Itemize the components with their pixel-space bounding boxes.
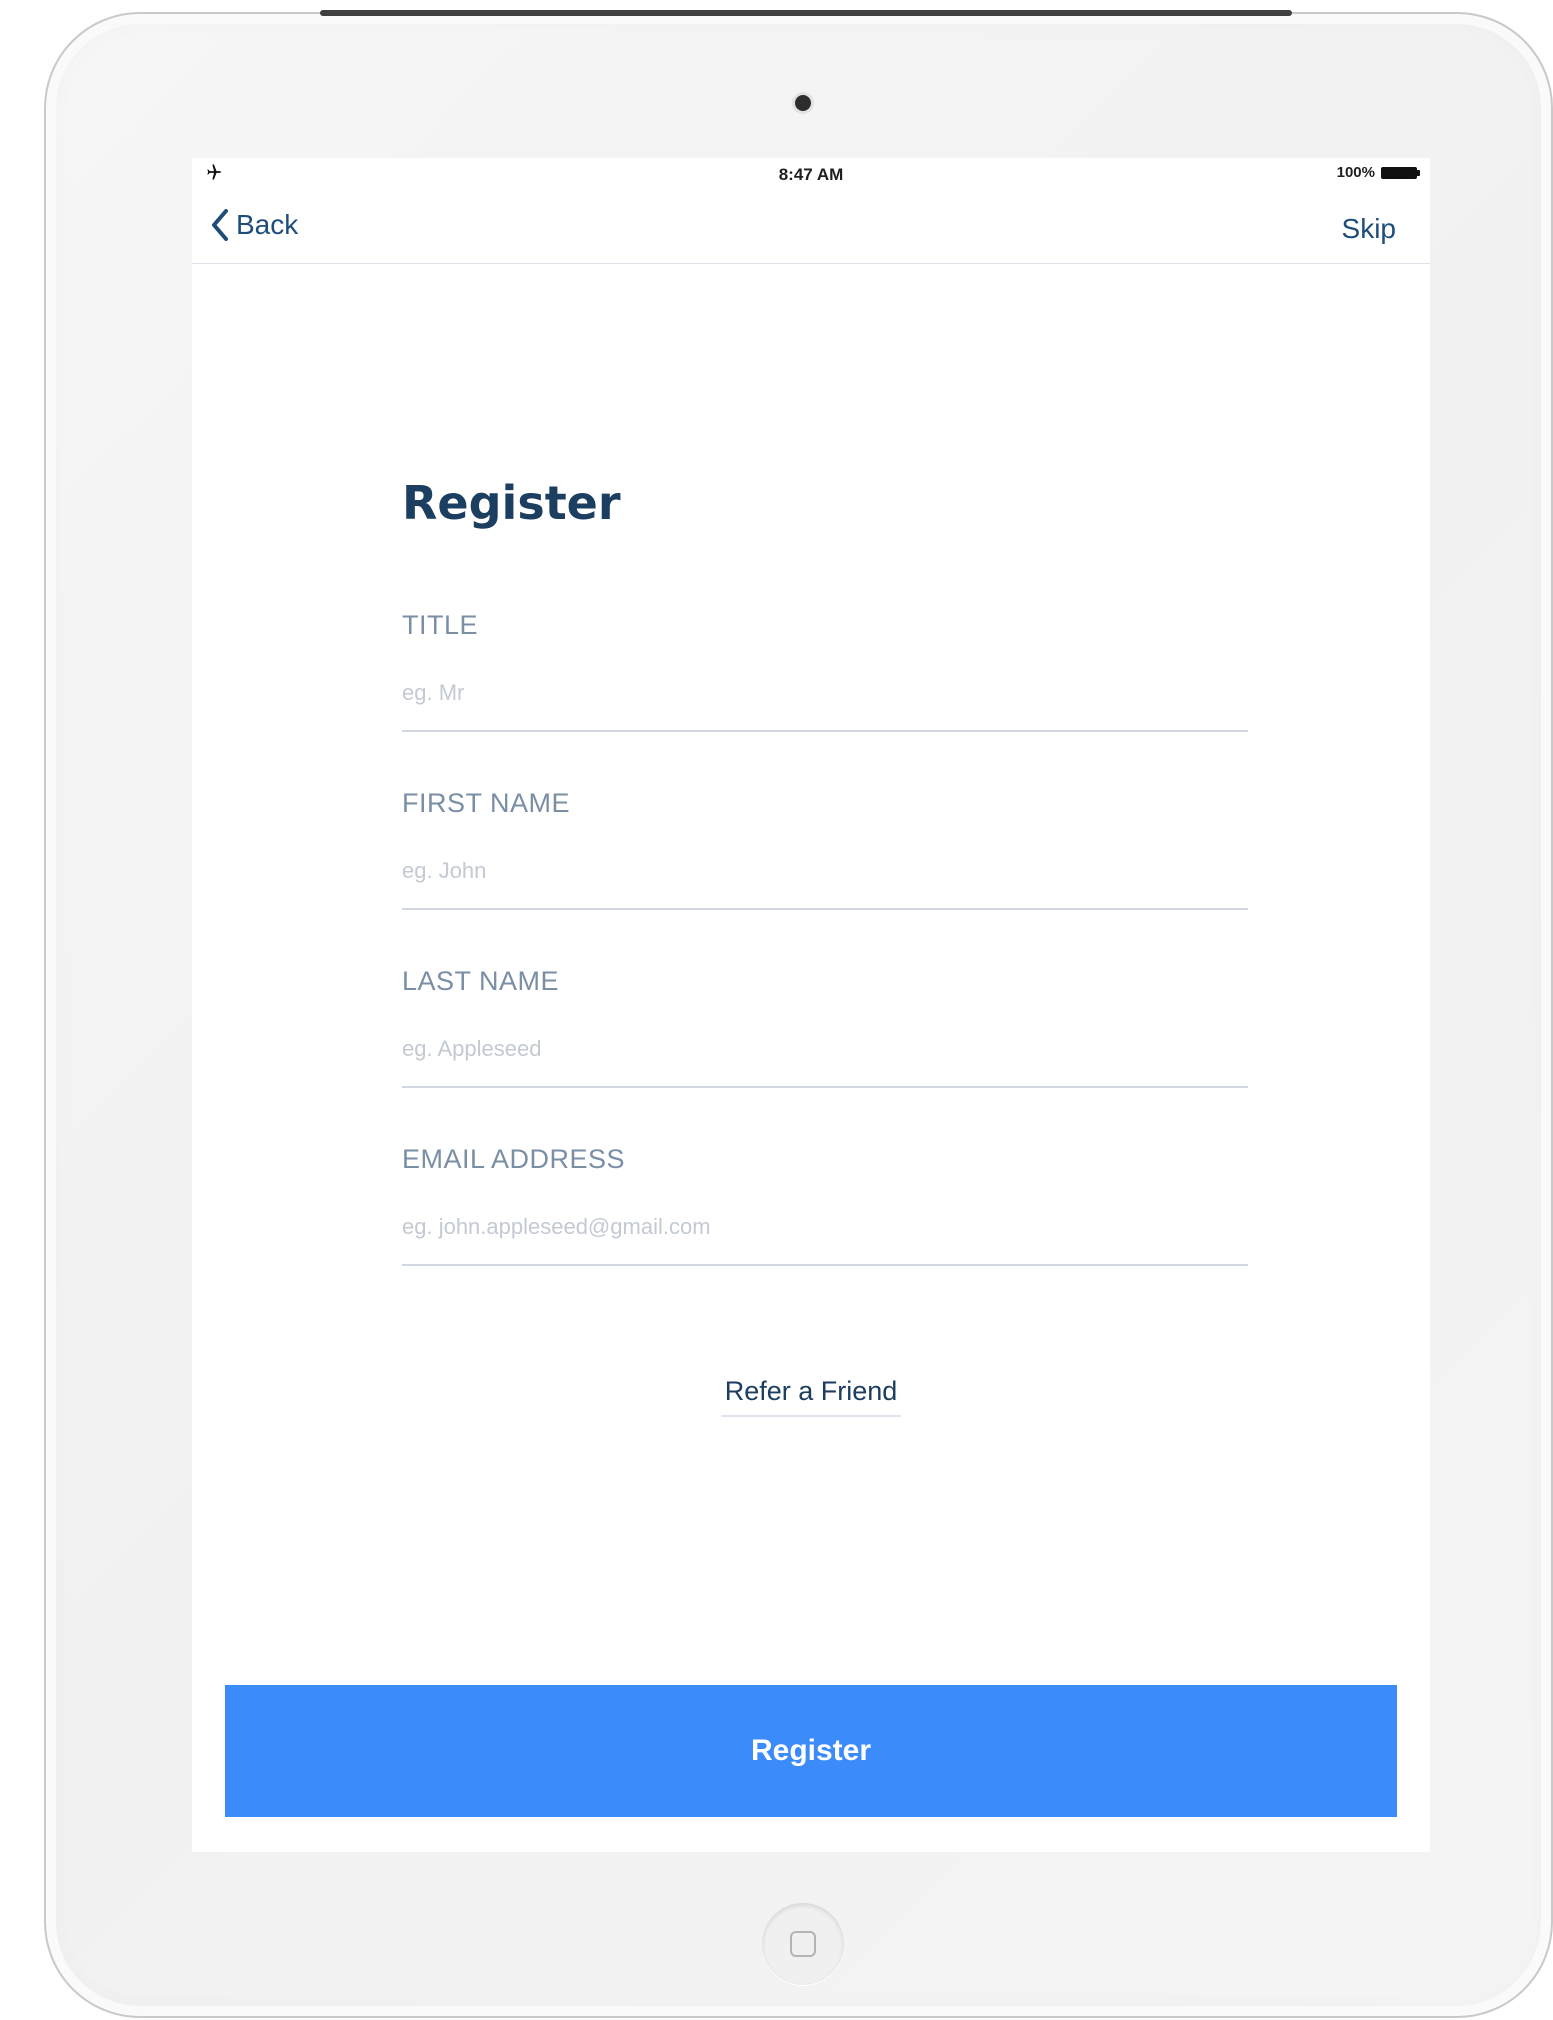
back-button[interactable]: Back: [210, 208, 298, 242]
app-screen: 8:47 AM 100% Back Skip Register TITLE FI…: [192, 158, 1430, 1852]
refer-friend-link[interactable]: Refer a Friend: [720, 1376, 902, 1417]
first-name-field: FIRST NAME: [402, 788, 1248, 938]
last-name-field: LAST NAME: [402, 966, 1248, 1116]
last-name-field-label: LAST NAME: [402, 966, 560, 996]
first-name-field-label: FIRST NAME: [402, 788, 571, 818]
title-input[interactable]: [402, 670, 1248, 732]
email-input[interactable]: [402, 1204, 1248, 1266]
email-field-label: EMAIL ADDRESS: [402, 1144, 626, 1174]
battery-icon: [1381, 166, 1420, 179]
battery-percent: 100%: [1336, 164, 1375, 181]
skip-button[interactable]: Skip: [1342, 213, 1396, 245]
refer-friend-row: Refer a Friend: [192, 1376, 1430, 1417]
home-square-icon: [790, 1931, 816, 1957]
front-camera: [795, 95, 811, 111]
email-field: EMAIL ADDRESS: [402, 1144, 1248, 1294]
status-time: 8:47 AM: [778, 165, 844, 184]
device-top-edge: [320, 10, 1292, 16]
battery-indicator: 100%: [1337, 164, 1420, 181]
status-bar: 8:47 AM 100%: [192, 158, 1430, 194]
home-button[interactable]: [762, 1903, 844, 1985]
back-label: Back: [236, 209, 299, 240]
last-name-input[interactable]: [402, 1026, 1248, 1088]
page-title: Register: [402, 476, 621, 530]
navigation-bar: Back Skip: [192, 194, 1430, 264]
title-field-label: TITLE: [402, 610, 479, 640]
chevron-left-icon: [212, 209, 228, 241]
title-field: TITLE: [402, 610, 1248, 760]
register-button[interactable]: Register: [225, 1685, 1397, 1817]
first-name-input[interactable]: [402, 848, 1248, 910]
